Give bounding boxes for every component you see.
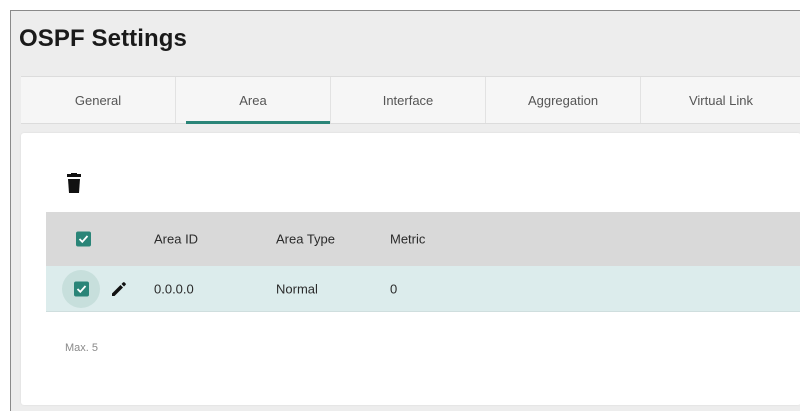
edit-button[interactable]	[110, 280, 128, 298]
delete-button[interactable]	[64, 173, 84, 195]
column-header-area-id[interactable]: Area ID	[154, 232, 198, 247]
tab-label: Interface	[382, 92, 434, 108]
tab-area[interactable]: Area	[176, 77, 331, 124]
trash-icon	[67, 173, 81, 193]
page-title: OSPF Settings	[19, 25, 187, 52]
tab-bar: General Area Interface Aggregation Virtu…	[21, 76, 800, 124]
select-all-checkbox[interactable]	[76, 231, 91, 247]
tab-interface[interactable]: Interface	[331, 77, 486, 123]
column-header-metric[interactable]: Metric	[390, 232, 425, 247]
table-header: Area ID Area Type Metric	[46, 212, 800, 266]
area-card: Area ID Area Type Metric 0.0.0.0 Normal …	[21, 133, 800, 405]
tab-label: General	[74, 92, 122, 108]
tab-general[interactable]: General	[21, 77, 176, 123]
cell-area-id: 0.0.0.0	[154, 281, 194, 296]
tab-label: Area	[239, 92, 267, 108]
page-frame: OSPF Settings General Area Interface Agg…	[10, 10, 800, 411]
tab-virtual-link[interactable]: Virtual Link	[641, 77, 800, 123]
column-header-area-type[interactable]: Area Type	[276, 232, 335, 247]
cell-area-type: Normal	[276, 281, 318, 296]
cell-metric: 0	[390, 281, 398, 296]
table-row[interactable]: 0.0.0.0 Normal 0	[46, 266, 800, 312]
check-icon	[78, 235, 89, 244]
row-checkbox[interactable]	[74, 281, 89, 296]
tab-aggregation[interactable]: Aggregation	[486, 77, 641, 123]
tab-label: Aggregation	[527, 92, 599, 108]
tab-label: Virtual Link	[688, 92, 754, 108]
max-entries-note: Max. 5	[65, 342, 99, 354]
check-icon	[76, 284, 87, 293]
pencil-icon	[112, 281, 126, 296]
